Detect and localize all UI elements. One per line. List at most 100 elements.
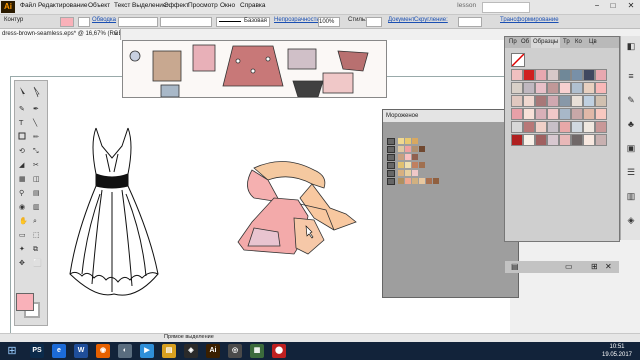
icecream-swatch[interactable] [398, 162, 404, 168]
layers-panel-icon[interactable]: ≡ [625, 70, 637, 82]
corner-radius-field[interactable] [458, 17, 482, 27]
taskbar-app-icon[interactable]: PS [30, 344, 44, 358]
swatch-cell[interactable] [535, 134, 547, 146]
icecream-swatch[interactable] [398, 170, 404, 176]
brushes-panel-icon[interactable]: ✎ [625, 94, 637, 106]
graphic-style-field[interactable] [366, 17, 382, 27]
taskbar-app-icon[interactable]: Ai [206, 344, 220, 358]
icecream-swatch[interactable] [426, 178, 432, 184]
swatch-cell[interactable] [511, 82, 523, 94]
help-search-input[interactable] [482, 2, 530, 13]
swatch-cell[interactable] [583, 69, 595, 81]
maximize-button[interactable]: □ [606, 0, 620, 12]
swatch-cell[interactable] [511, 134, 523, 146]
icecream-swatch[interactable] [419, 162, 425, 168]
swatch-cell[interactable] [535, 108, 547, 120]
transform-link[interactable]: Трансформирование [500, 17, 559, 23]
swatch-cell[interactable] [583, 95, 595, 107]
document-setup-link[interactable]: Документ [388, 17, 415, 23]
swatch-cell[interactable] [571, 69, 583, 81]
swatch-cell[interactable] [523, 121, 535, 133]
swatch-cell[interactable] [571, 108, 583, 120]
tab-appearance[interactable]: Пр [507, 37, 519, 48]
swatch-cell[interactable] [535, 69, 547, 81]
taskbar-app-icon[interactable]: ▶ [140, 344, 154, 358]
swatch-cell[interactable] [571, 82, 583, 94]
gradient-panel-icon[interactable]: ▥ [625, 190, 637, 202]
variable-width-field[interactable] [160, 17, 212, 27]
fill-color-field[interactable] [60, 17, 74, 27]
tab-layers[interactable]: Об [519, 37, 531, 48]
swatch-cell[interactable] [523, 108, 535, 120]
minimize-button[interactable]: − [590, 0, 604, 12]
swatch-cell[interactable] [523, 95, 535, 107]
swatch-cell[interactable] [547, 95, 559, 107]
swatch-cell[interactable] [559, 134, 571, 146]
swatch-cell[interactable] [583, 121, 595, 133]
swatch-cell[interactable] [595, 108, 607, 120]
swatch-cell[interactable] [523, 134, 535, 146]
menu-type[interactable]: Текст [114, 2, 130, 9]
opacity-field[interactable]: 100% [318, 17, 340, 27]
icecream-panel-title[interactable]: Мороженое [383, 110, 518, 122]
taskbar-clock[interactable]: 10:51 19.05.2017 [596, 343, 638, 359]
swatch-cell[interactable] [535, 121, 547, 133]
dress-illustration[interactable] [66, 124, 162, 302]
icecream-swatch[interactable] [398, 138, 404, 144]
menu-select[interactable]: Выделение [132, 2, 166, 9]
swatch-cell[interactable] [595, 134, 607, 146]
stroke-color-field[interactable] [78, 17, 90, 27]
icecream-swatch[interactable] [412, 146, 418, 152]
icecream-swatch[interactable] [412, 178, 418, 184]
taskbar-app-icon[interactable]: ◉ [96, 344, 110, 358]
symbols-panel-icon[interactable]: ♣ [625, 118, 637, 130]
graphic-styles-icon[interactable]: ▣ [625, 142, 637, 154]
icecream-swatch[interactable] [405, 154, 411, 160]
swatch-cell[interactable] [547, 108, 559, 120]
icecream-swatch[interactable] [433, 178, 439, 184]
delete-swatch-icon[interactable]: ✕ [605, 262, 612, 271]
taskbar-app-icon[interactable]: ◐ [118, 344, 132, 358]
taskbar-app-icon[interactable]: e [52, 344, 66, 358]
tab-color-guide[interactable]: Ко [573, 37, 584, 48]
color-panel-icon[interactable]: ◧ [625, 40, 637, 52]
icecream-swatch[interactable] [412, 154, 418, 160]
new-color-group-icon[interactable]: ▭ [565, 262, 573, 271]
swatch-cell[interactable] [547, 69, 559, 81]
taskbar-app-icon[interactable]: ◎ [228, 344, 242, 358]
swatch-cell[interactable] [511, 69, 523, 81]
document-tab[interactable]: dress-brown-seamless.eps* @ 16,67% (RGB/… [0, 29, 121, 40]
close-document-icon[interactable]: × [114, 29, 118, 40]
swatch-cell[interactable] [511, 108, 523, 120]
swatch-cell[interactable] [595, 82, 607, 94]
taskbar-app-icon[interactable]: W [74, 344, 88, 358]
stroke-panel-icon[interactable]: ☰ [625, 166, 637, 178]
icecream-swatch[interactable] [412, 138, 418, 144]
round-corners-link[interactable]: Скругление: [414, 17, 448, 23]
icecream-swatch[interactable] [398, 146, 404, 152]
swatch-cell[interactable] [547, 121, 559, 133]
swatch-cell[interactable] [595, 95, 607, 107]
swatch-cell[interactable] [523, 69, 535, 81]
icecream-swatch[interactable] [405, 138, 411, 144]
icecream-swatch[interactable] [405, 170, 411, 176]
swatch-cell[interactable] [535, 95, 547, 107]
new-swatch-icon[interactable]: ⊞ [591, 262, 598, 271]
menu-window[interactable]: Окно [220, 2, 235, 9]
start-button-icon[interactable]: ⊞ [4, 344, 20, 358]
icecream-swatch[interactable] [412, 162, 418, 168]
swatch-cell[interactable] [511, 121, 523, 133]
swatch-cell[interactable] [559, 82, 571, 94]
tab-swatches[interactable]: Образцы [531, 37, 561, 48]
menu-edit[interactable]: Редактирование [38, 2, 88, 9]
taskbar-app-icon[interactable]: ▤ [162, 344, 176, 358]
swatch-library-icon[interactable]: ▤ [511, 262, 519, 271]
menu-file[interactable]: Файл [20, 2, 36, 9]
tab-transparency[interactable]: Тр [561, 37, 572, 48]
swatch-cell[interactable] [523, 82, 535, 94]
taskbar-app-icon[interactable]: ⬤ [272, 344, 286, 358]
icecream-swatch[interactable] [405, 146, 411, 152]
tab-color[interactable]: Цв [587, 37, 599, 48]
menu-help[interactable]: Справка [240, 2, 266, 9]
layers-stack-icon[interactable]: ◈ [625, 214, 637, 226]
